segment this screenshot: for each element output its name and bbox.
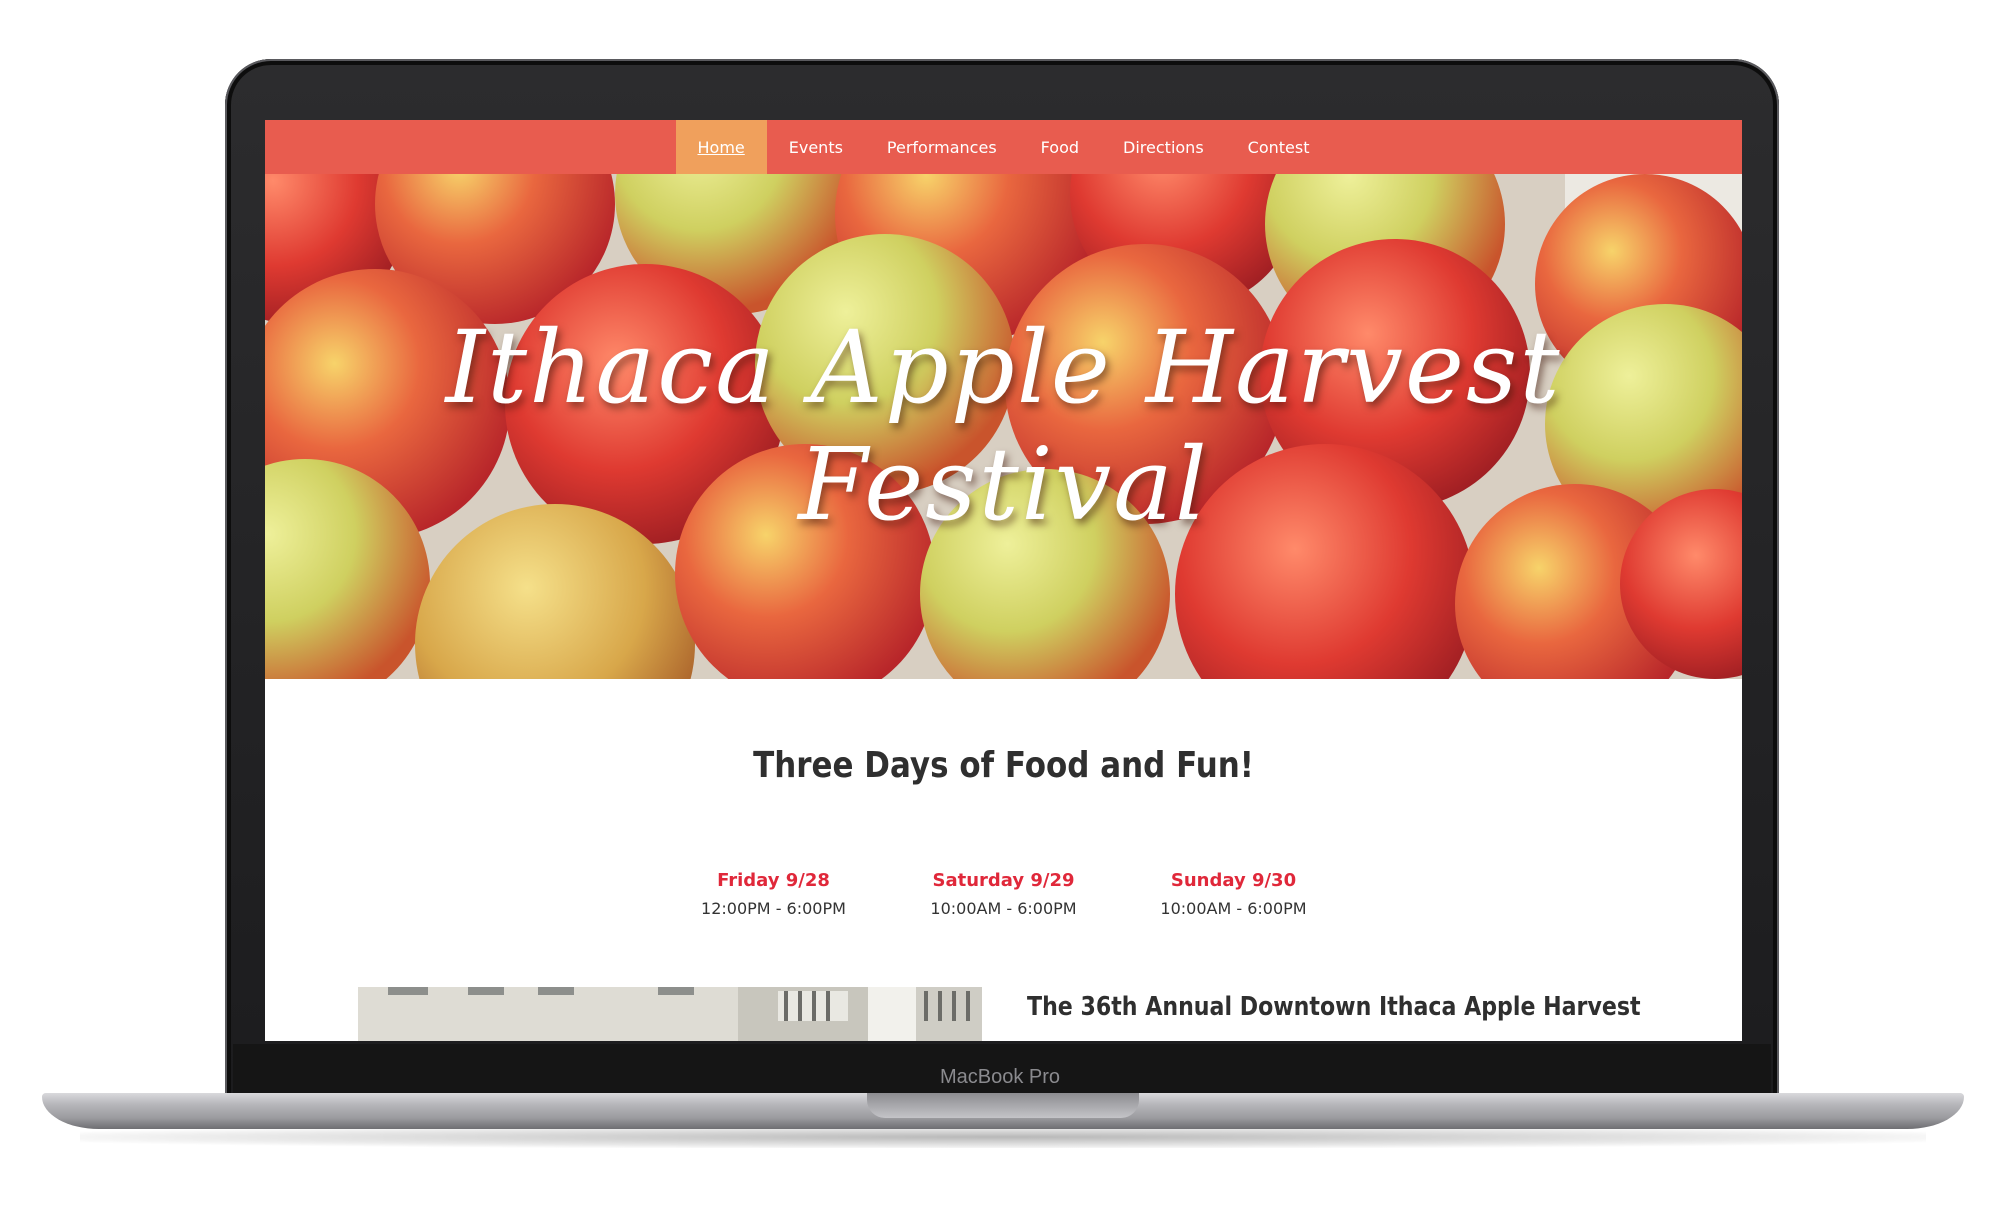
schedule-day-friday: Friday 9/28 12:00PM - 6:00PM <box>690 870 858 918</box>
day-name: Friday 9/28 <box>717 870 830 891</box>
schedule-days: Friday 9/28 12:00PM - 6:00PM Saturday 9/… <box>265 870 1742 918</box>
day-hours: 10:00AM - 6:00PM <box>930 899 1077 918</box>
laptop-shadow <box>80 1126 1926 1148</box>
hero-title: Ithaca Apple Harvest Festival <box>445 309 1562 543</box>
building-photo <box>358 987 982 1041</box>
day-hours: 12:00PM - 6:00PM <box>701 899 846 918</box>
main-nav: Home Events Performances Food Directions… <box>265 120 1742 174</box>
schedule-day-saturday: Saturday 9/29 10:00AM - 6:00PM <box>920 870 1088 918</box>
laptop-model-label: MacBook Pro <box>939 1066 1061 1088</box>
nav-item-food[interactable]: Food <box>1019 120 1101 174</box>
hero-banner: Ithaca Apple Harvest Festival <box>265 174 1742 679</box>
article-photo <box>358 987 982 1041</box>
schedule-day-sunday: Sunday 9/30 10:00AM - 6:00PM <box>1150 870 1318 918</box>
laptop-opening-notch <box>867 1093 1139 1118</box>
mockup-stage: MacBook Pro Home Events Performances Foo… <box>0 0 2000 1206</box>
section-headline: Three Days of Food and Fun! <box>753 745 1254 786</box>
day-name: Saturday 9/29 <box>932 870 1075 891</box>
nav-item-home[interactable]: Home <box>675 120 767 174</box>
nav-item-events[interactable]: Events <box>767 120 865 174</box>
day-hours: 10:00AM - 6:00PM <box>1160 899 1307 918</box>
article-title: The 36th Annual Downtown Ithaca Apple Ha… <box>1027 992 1641 1022</box>
day-name: Sunday 9/30 <box>1170 870 1297 891</box>
nav-item-directions[interactable]: Directions <box>1101 120 1226 174</box>
nav-item-performances[interactable]: Performances <box>865 120 1019 174</box>
nav-item-contest[interactable]: Contest <box>1226 120 1332 174</box>
browser-viewport: Home Events Performances Food Directions… <box>265 120 1742 1041</box>
